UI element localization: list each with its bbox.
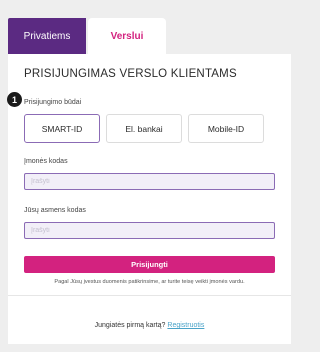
login-button[interactable]: Prisijungti — [24, 256, 275, 273]
first-time-text: Jungiatės pirmą kartą? — [94, 322, 166, 329]
step-number-badge: 1 — [7, 92, 22, 107]
method-mobile-id-button[interactable]: Mobile-ID — [188, 114, 264, 143]
login-card: PRISIJUNGIMAS VERSLO KLIENTAMS 1 Prisiju… — [7, 54, 291, 344]
personal-code-input[interactable] — [24, 222, 275, 239]
divider — [8, 295, 291, 296]
company-code-label: Įmonės kodas — [24, 158, 68, 165]
method-e-banking-button[interactable]: El. bankai — [106, 114, 182, 143]
method-smart-id-button[interactable]: SMART-ID — [24, 114, 100, 143]
authorization-notice: Pagal Jūsų įvestus duomenis patikrinsime… — [54, 279, 245, 285]
company-code-input[interactable] — [24, 173, 275, 190]
register-prompt: Jungiatės pirmą kartą? Registruotis — [8, 322, 291, 329]
tab-privatiems[interactable]: Privatiems — [8, 18, 86, 54]
register-link[interactable]: Registruotis — [167, 322, 204, 329]
tab-verslui[interactable]: Verslui — [88, 18, 166, 54]
login-methods-label: Prisijungimo būdai — [24, 99, 82, 106]
page-title: PRISIJUNGIMAS VERSLO KLIENTAMS — [24, 68, 237, 80]
personal-code-label: Jūsų asmens kodas — [24, 207, 86, 214]
account-type-tabs: Privatiems Verslui — [8, 18, 166, 54]
login-methods: SMART-ID El. bankai Mobile-ID — [24, 114, 264, 143]
